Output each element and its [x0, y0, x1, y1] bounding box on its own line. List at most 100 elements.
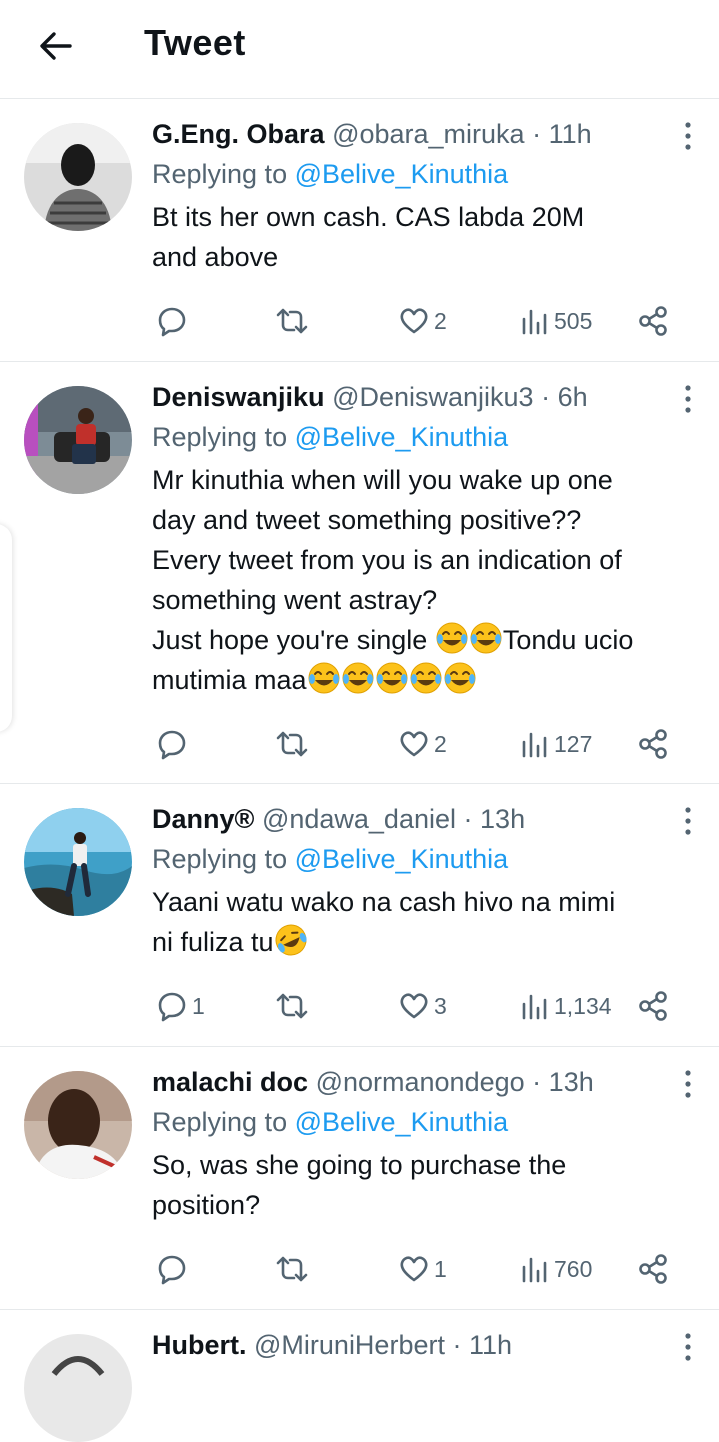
reply-text: Yaani watu wako na cash hivo na mimi ni …	[152, 882, 701, 962]
separator-dot: ·	[532, 119, 542, 149]
top-bar: Tweet	[0, 0, 719, 99]
author-handle[interactable]: @normanondego	[316, 1067, 525, 1097]
avatar[interactable]	[24, 386, 132, 494]
reply-button[interactable]: 1	[156, 986, 205, 1026]
view-count: 505	[554, 307, 593, 334]
comment-icon	[158, 307, 186, 337]
retweet-button[interactable]	[274, 986, 310, 1026]
tears-of-joy-emoji	[470, 622, 502, 654]
like-button[interactable]: 1	[398, 1249, 447, 1289]
action-bar: 1 760	[152, 1249, 679, 1289]
author-handle[interactable]: @Deniswanjiku3	[332, 382, 534, 412]
action-bar: 2 127	[152, 724, 679, 764]
avatar[interactable]	[24, 1334, 132, 1442]
heart-icon	[400, 731, 428, 757]
view-count: 760	[554, 1255, 593, 1282]
mention-link[interactable]: @Belive_Kinuthia	[295, 422, 509, 452]
like-button[interactable]: 3	[398, 986, 447, 1026]
heart-icon	[400, 993, 428, 1019]
comment-icon	[158, 730, 186, 760]
more-vertical-icon[interactable]	[683, 121, 693, 151]
author-handle[interactable]: @ndawa_daniel	[262, 804, 456, 834]
heart-icon	[400, 308, 428, 334]
author-handle[interactable]: @obara_miruka	[332, 119, 525, 149]
replying-to: Replying to @Belive_Kinuthia	[152, 159, 509, 189]
tears-of-joy-emoji	[342, 662, 374, 694]
tears-of-joy-emoji	[436, 622, 468, 654]
more-vertical-icon[interactable]	[683, 1069, 693, 1099]
timestamp[interactable]: 11h	[469, 1330, 512, 1360]
analytics-icon	[522, 994, 547, 1020]
reply-count: 1	[192, 992, 205, 1019]
author-name[interactable]: malachi doc	[152, 1067, 308, 1097]
more-vertical-icon[interactable]	[683, 384, 693, 414]
retweet-button[interactable]	[274, 1249, 310, 1289]
retweet-button[interactable]	[274, 724, 310, 764]
share-button[interactable]	[636, 301, 670, 341]
rolling-laughing-emoji	[275, 924, 307, 956]
action-bar: 1 3 1,134	[152, 986, 679, 1026]
timestamp[interactable]: 13h	[480, 804, 525, 834]
analytics-icon	[522, 732, 547, 758]
share-icon	[639, 729, 667, 759]
timestamp[interactable]: 13h	[549, 1067, 594, 1097]
separator-dot: ·	[452, 1330, 462, 1360]
views-button[interactable]: 127	[520, 724, 592, 764]
view-count: 1,134	[554, 992, 612, 1019]
reply-item[interactable]: Danny® @ndawa_daniel · 13h Replying to @…	[0, 784, 719, 1047]
timestamp[interactable]: 11h	[549, 119, 592, 149]
tears-of-joy-emoji	[444, 662, 476, 694]
avatar[interactable]	[24, 1071, 132, 1179]
reply-text: Bt its her own cash. CAS labda 20M and a…	[152, 202, 585, 272]
reply-button[interactable]	[156, 301, 192, 341]
reply-item[interactable]: malachi doc @normanondego · 13h Replying…	[0, 1047, 719, 1310]
page-title: Tweet	[144, 22, 246, 63]
comment-icon	[158, 1255, 186, 1285]
share-icon	[639, 306, 667, 336]
mention-link[interactable]: @Belive_Kinuthia	[295, 844, 509, 874]
like-button[interactable]: 2	[398, 301, 447, 341]
tears-of-joy-emoji	[376, 662, 408, 694]
reply-item[interactable]: Hubert. @MiruniHerbert · 11h	[0, 1310, 719, 1442]
view-count: 127	[554, 730, 593, 757]
share-button[interactable]	[636, 724, 670, 764]
reply-item[interactable]: Deniswanjiku @Deniswanjiku3 · 6h Replyin…	[0, 362, 719, 784]
tears-of-joy-emoji	[308, 662, 340, 694]
arrow-left-icon[interactable]	[36, 26, 76, 66]
reply-item[interactable]: G.Eng. Obara @obara_miruka · 11h Replyin…	[0, 99, 719, 362]
reply-button[interactable]	[156, 1249, 192, 1289]
share-button[interactable]	[636, 1249, 670, 1289]
views-button[interactable]: 760	[520, 1249, 592, 1289]
replying-to: Replying to @Belive_Kinuthia	[152, 1107, 509, 1137]
mention-link[interactable]: @Belive_Kinuthia	[295, 159, 509, 189]
more-vertical-icon[interactable]	[683, 806, 693, 836]
share-button[interactable]	[636, 986, 670, 1026]
retweet-icon	[276, 308, 308, 334]
like-count: 2	[434, 307, 447, 334]
author-name[interactable]: Danny®	[152, 804, 254, 834]
views-button[interactable]: 505	[520, 301, 592, 341]
share-icon	[639, 1254, 667, 1284]
views-button[interactable]: 1,134	[520, 986, 612, 1026]
author-name[interactable]: Deniswanjiku	[152, 382, 325, 412]
reply-button[interactable]	[156, 724, 192, 764]
edge-panel-handle[interactable]	[0, 524, 12, 732]
like-button[interactable]: 2	[398, 724, 447, 764]
like-count: 3	[434, 992, 447, 1019]
retweet-icon	[276, 731, 308, 757]
retweet-icon	[276, 1256, 308, 1282]
separator-dot: ·	[463, 804, 473, 834]
heart-icon	[400, 1256, 428, 1282]
author-handle[interactable]: @MiruniHerbert	[254, 1330, 445, 1360]
author-name[interactable]: G.Eng. Obara	[152, 119, 325, 149]
author-name[interactable]: Hubert.	[152, 1330, 247, 1360]
timestamp[interactable]: 6h	[558, 382, 588, 412]
avatar[interactable]	[24, 808, 132, 916]
retweet-button[interactable]	[274, 301, 310, 341]
retweet-icon	[276, 993, 308, 1019]
avatar[interactable]	[24, 123, 132, 231]
tears-of-joy-emoji	[410, 662, 442, 694]
mention-link[interactable]: @Belive_Kinuthia	[295, 1107, 509, 1137]
more-vertical-icon[interactable]	[683, 1332, 693, 1362]
reply-text: Mr kinuthia when will you wake up one da…	[152, 465, 634, 695]
